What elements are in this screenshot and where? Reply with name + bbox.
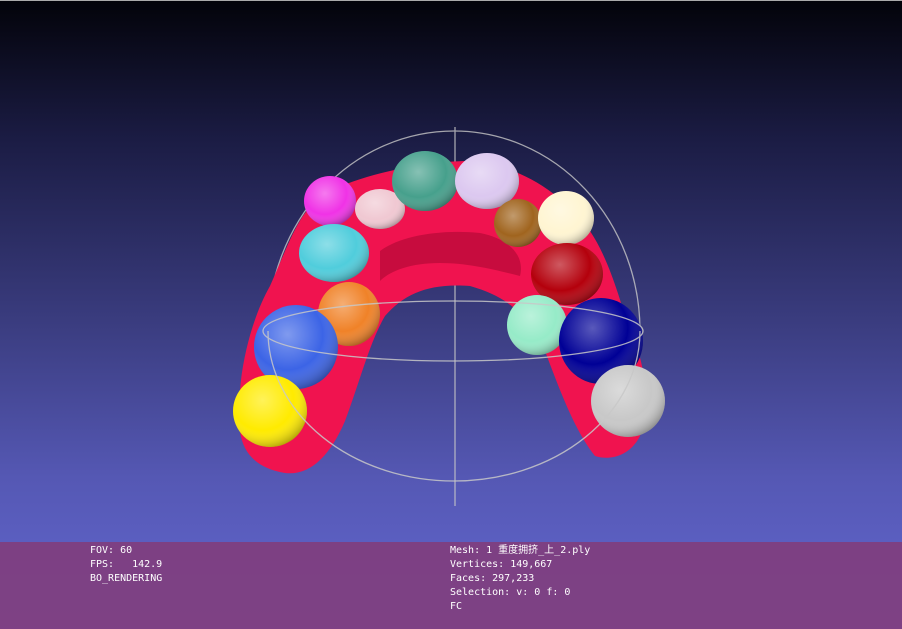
selection-label: Selection: [450,587,511,598]
shading-mode: FC [450,601,463,612]
mesh-label: Mesh: [450,545,481,556]
fps-value: 142.9 [132,559,163,570]
selection-value: v: 0 f: 0 [516,587,571,598]
mesh-value: 1 重度拥挤_上_2.ply [486,545,591,556]
mesh-readout: Mesh: 1 重度拥挤_上_2.ply [450,544,590,558]
fps-label: FPS: [90,559,115,570]
render-mode: BO_RENDERING [90,573,163,584]
info-overlay: FOV: 60 FPS: 142.9 BO_RENDERING Mesh: 1 重度拥… [0,542,902,629]
view-info: FOV: 60 FPS: 142.9 BO_RENDERING [90,544,162,586]
mesh-scene[interactable] [0,1,902,629]
fov-value: 60 [120,545,133,556]
tooth-magenta[interactable] [304,176,356,226]
selection-readout: Selection: v: 0 f: 0 [450,586,590,600]
faces-value: 297,233 [492,573,535,584]
fov-readout: FOV: 60 [90,544,162,558]
mesh-info: Mesh: 1 重度拥挤_上_2.ply Vertices: 149,667 Fac… [450,544,590,614]
tooth-cream[interactable] [538,191,594,245]
vertices-value: 149,667 [510,559,553,570]
faces-readout: Faces: 297,233 [450,572,590,586]
3d-viewport[interactable]: FOV: 60 FPS: 142.9 BO_RENDERING Mesh: 1 重度拥… [0,0,902,629]
tooth-brown[interactable] [494,199,542,247]
faces-label: Faces: [450,573,487,584]
tooth-light-gray[interactable] [591,365,665,437]
vertices-readout: Vertices: 149,667 [450,558,590,572]
fps-readout: FPS: 142.9 [90,558,162,572]
tooth-teal[interactable] [392,151,458,211]
fov-label: FOV: [90,545,115,556]
tooth-cyan[interactable] [299,224,369,282]
vertices-label: Vertices: [450,559,505,570]
